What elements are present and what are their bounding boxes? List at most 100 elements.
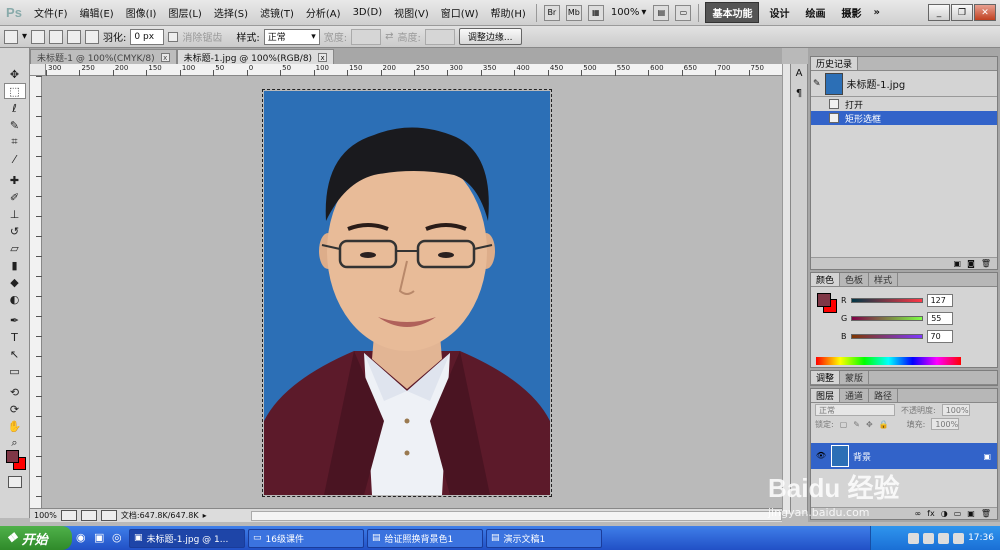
document-image[interactable] <box>262 89 552 497</box>
gradient-tool-icon[interactable]: ▮ <box>4 257 26 273</box>
menu-layer[interactable]: 图层(L) <box>162 5 207 20</box>
layer-name[interactable]: 背景 <box>853 450 871 463</box>
status-zoom[interactable]: 100% <box>34 511 57 520</box>
eraser-tool-icon[interactable]: ▱ <box>4 240 26 256</box>
task-ppt-2[interactable]: ▤ 演示文稿1 <box>486 528 602 548</box>
quicklaunch-icon[interactable]: ▣ <box>94 531 108 545</box>
horizontal-ruler[interactable]: 300 250 200 150 100 50 0 50 100 150 200 250 300 350 40… <box>46 64 782 76</box>
horizontal-scrollbar[interactable] <box>250 510 782 521</box>
eyedropper-tool-icon[interactable]: ⁄ <box>4 151 26 167</box>
vertical-scrollbar[interactable] <box>782 64 790 514</box>
history-step-selected[interactable]: 矩形选框 <box>811 111 997 125</box>
status-mini-icon[interactable] <box>80 510 97 521</box>
style-select[interactable]: 正常 ▾ <box>263 28 320 45</box>
more-workspaces-button[interactable]: » <box>869 7 883 18</box>
history-snapshot[interactable]: ✎ 未标题-1.jpg <box>811 71 997 97</box>
dodge-tool-icon[interactable]: ◐ <box>4 291 26 307</box>
close-icon[interactable]: x <box>318 52 328 62</box>
lock-all-icon[interactable]: 🔒 <box>879 420 889 429</box>
tab-untitled-jpg[interactable]: 未标题-1.jpg @ 100%(RGB/8) x <box>176 49 335 64</box>
antialias-checkbox[interactable] <box>168 31 179 42</box>
color-fg-swatch[interactable] <box>817 293 831 307</box>
3d-rotate-tool-icon[interactable]: ⟲ <box>4 384 26 400</box>
type-tool-icon[interactable]: T <box>4 329 26 345</box>
vertical-ruler[interactable] <box>30 76 42 508</box>
screen-mode-icon[interactable]: ▭ <box>675 4 692 21</box>
lasso-tool-icon[interactable]: ℓ <box>4 100 26 116</box>
menu-window[interactable]: 窗口(W) <box>435 5 485 20</box>
intersect-selection-icon[interactable] <box>85 29 100 44</box>
foreground-color-swatch[interactable] <box>6 450 19 463</box>
marquee-tool-icon[interactable]: ⬚ <box>3 83 26 99</box>
camera-icon[interactable]: ◙ <box>967 259 975 268</box>
minimize-button[interactable]: _ <box>928 4 950 21</box>
menu-edit[interactable]: 编辑(E) <box>74 5 120 20</box>
tab-swatches[interactable]: 色板 <box>840 273 870 286</box>
tab-untitled-cmyk[interactable]: 未标题-1 @ 100%(CMYK/8) x <box>30 49 177 64</box>
subtract-selection-icon[interactable] <box>67 29 82 44</box>
pen-tool-icon[interactable]: ✒ <box>4 312 26 328</box>
red-input[interactable]: 127 <box>926 293 953 307</box>
lock-pixels-icon[interactable]: ✎ <box>853 420 860 429</box>
new-document-icon[interactable]: ▣ <box>954 259 962 268</box>
task-photoshop[interactable]: ▣ 未标题-1.jpg @ 1... <box>129 528 245 548</box>
quicklaunch-icon[interactable]: ◎ <box>112 531 126 545</box>
menu-select[interactable]: 选择(S) <box>208 5 254 20</box>
task-ppt-1[interactable]: ▤ 给证照换背景色1 <box>367 528 483 548</box>
brush-tool-icon[interactable]: ✐ <box>4 189 26 205</box>
menu-3d[interactable]: 3D(D) <box>347 7 389 18</box>
hand-tool-icon[interactable]: ✋ <box>4 418 26 434</box>
menu-filter[interactable]: 滤镜(T) <box>254 5 300 20</box>
crop-tool-icon[interactable]: ⌗ <box>4 134 26 150</box>
restore-button[interactable]: ❐ <box>951 4 973 21</box>
new-layer-icon[interactable]: ▣ <box>967 509 975 518</box>
tab-adjustments[interactable]: 调整 <box>811 371 841 384</box>
layer-row-background[interactable]: 👁 背景 ▣ <box>811 443 997 469</box>
folder-icon[interactable]: ▭ <box>954 509 962 518</box>
tray-icon[interactable] <box>938 532 950 544</box>
new-selection-icon[interactable] <box>31 29 46 44</box>
mask-icon[interactable]: ◑ <box>941 509 948 518</box>
menu-image[interactable]: 图像(I) <box>120 5 163 20</box>
workspace-painting[interactable]: 绘画 <box>799 3 831 22</box>
workspace-essentials[interactable]: 基本功能 <box>705 2 760 23</box>
paragraph-panel-icon[interactable]: ¶ <box>792 88 806 102</box>
tab-styles[interactable]: 样式 <box>869 273 899 286</box>
tool-preset-icon[interactable] <box>4 29 18 44</box>
fx-icon[interactable]: fx <box>927 509 935 518</box>
move-tool-icon[interactable]: ✥ <box>4 66 26 82</box>
clock[interactable]: 17:36 <box>968 533 994 543</box>
tab-layers[interactable]: 图层 <box>811 389 841 402</box>
arrange-documents-icon[interactable]: ▤ <box>653 4 670 21</box>
3d-orbit-tool-icon[interactable]: ⟳ <box>4 401 26 417</box>
eye-icon[interactable]: 👁 <box>815 451 827 461</box>
trash-icon[interactable]: 🗑 <box>981 259 991 268</box>
status-mini-icon[interactable] <box>60 510 77 521</box>
healing-brush-tool-icon[interactable]: ✚ <box>4 172 26 188</box>
height-input[interactable] <box>424 28 455 45</box>
opacity-input[interactable]: 100% <box>941 404 970 416</box>
swap-icon[interactable]: ⇄ <box>385 31 393 42</box>
path-select-tool-icon[interactable]: ↖ <box>4 346 26 362</box>
tab-paths[interactable]: 路径 <box>869 389 899 402</box>
tab-channels[interactable]: 通道 <box>840 389 870 402</box>
close-icon[interactable]: x <box>160 52 170 62</box>
feather-input[interactable]: 0 px <box>130 28 165 45</box>
tray-icon[interactable] <box>908 532 920 544</box>
link-icon[interactable]: ∞ <box>915 509 922 518</box>
trash-icon[interactable]: 🗑 <box>981 509 991 518</box>
workspace-photography[interactable]: 摄影 <box>835 3 867 22</box>
lock-position-icon[interactable]: ✥ <box>866 420 873 429</box>
menu-file[interactable]: 文件(F) <box>28 5 74 20</box>
width-input[interactable] <box>351 28 382 45</box>
view-extras-icon[interactable]: ▦ <box>587 4 604 21</box>
bridge-icon[interactable]: Br <box>543 4 560 21</box>
red-slider[interactable] <box>850 297 923 303</box>
menu-analysis[interactable]: 分析(A) <box>300 5 347 20</box>
brush-source-icon[interactable]: ✎ <box>813 79 821 89</box>
menu-view[interactable]: 视图(V) <box>388 5 435 20</box>
canvas-area[interactable] <box>42 76 782 508</box>
history-step[interactable]: 打开 <box>811 97 997 111</box>
chevron-right-icon[interactable]: ▸ <box>203 511 207 520</box>
green-input[interactable]: 55 <box>927 311 954 325</box>
